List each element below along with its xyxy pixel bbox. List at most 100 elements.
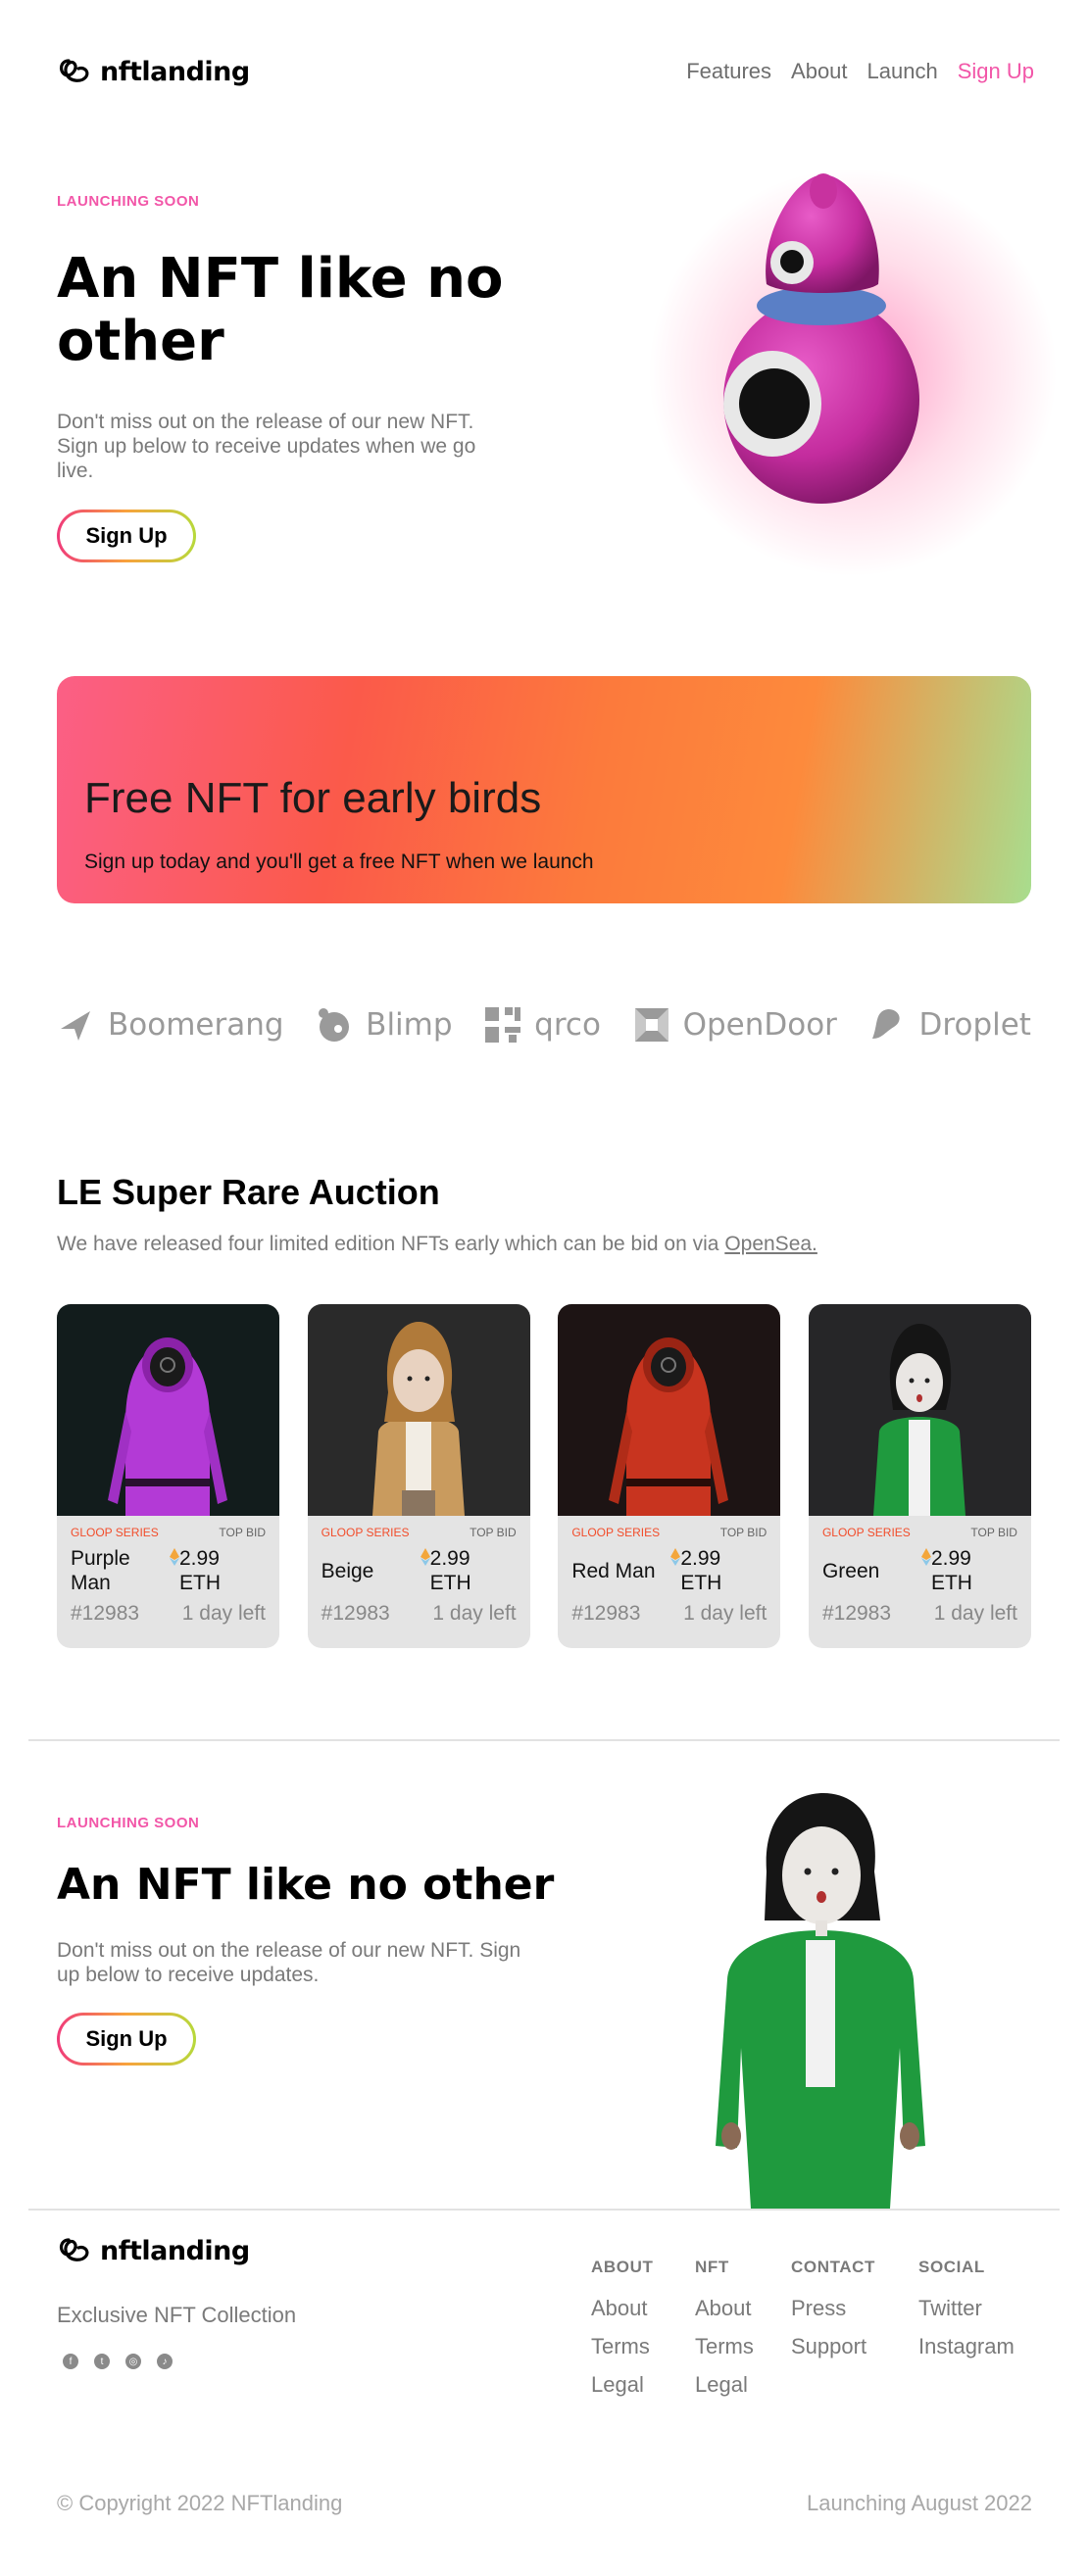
card-id: #12983 (71, 1602, 140, 1625)
nft-card[interactable]: GLOOP SERIES TOP BID Green 2.99 ETH #129… (808, 1304, 1031, 1648)
footer-link[interactable]: Press (791, 2289, 875, 2327)
nft-card[interactable]: GLOOP SERIES TOP BID Purple Man 2.99 ETH… (57, 1304, 279, 1648)
card-series: GLOOP SERIES (571, 1526, 661, 1539)
brand-opendoor: OpenDoor (632, 1005, 837, 1045)
ethereum-icon (420, 1548, 430, 1566)
opendoor-icon (634, 1008, 668, 1042)
hero-sign-up-button[interactable]: Sign Up (57, 510, 196, 562)
footer-link[interactable]: Instagram (918, 2327, 1015, 2365)
droplet-icon (871, 1009, 900, 1039)
nft-card[interactable]: GLOOP SERIES TOP BID Red Man 2.99 ETH #1… (558, 1304, 781, 1648)
nft-card-image (808, 1304, 1031, 1516)
nft-card-image (57, 1304, 279, 1516)
footer-link[interactable]: Legal (695, 2365, 754, 2404)
twitter-icon[interactable]: t (94, 2354, 110, 2369)
ethereum-icon (170, 1548, 179, 1566)
ethereum-icon (920, 1548, 931, 1566)
hero-description: Don't miss out on the release of our new… (57, 411, 476, 482)
social-links: f t ◎ ♪ (63, 2354, 173, 2369)
card-id: #12983 (571, 1602, 641, 1625)
card-time-left: 1 day left (181, 1602, 266, 1625)
footer-column-heading: NFT (695, 2258, 729, 2276)
banner-title: Free NFT for early birds (84, 774, 542, 822)
nav-about[interactable]: About (791, 59, 848, 84)
footer-link[interactable]: Support (791, 2327, 875, 2365)
footer-tagline: Exclusive NFT Collection (57, 2303, 297, 2327)
card-id: #12983 (321, 1602, 390, 1625)
card-bid-label: TOP BID (219, 1526, 266, 1539)
card-price-value: 2.99 ETH (429, 1547, 471, 1594)
footer-column-heading: CONTACT (791, 2258, 876, 2276)
footer-column-heading: ABOUT (591, 2258, 654, 2276)
nav-features[interactable]: Features (686, 59, 771, 84)
card-time-left: 1 day left (432, 1602, 517, 1625)
green-character-illustration (708, 1793, 933, 2209)
card-price-value: 2.99 ETH (930, 1547, 972, 1594)
header-logo[interactable]: nftlanding (57, 55, 250, 88)
auction-subtitle: We have released four limited edition NF… (57, 1233, 817, 1256)
brand-label: Droplet (918, 1007, 1031, 1043)
footer-column-contact: CONTACT Press Support (791, 2258, 875, 2365)
brand-boomerang: Boomerang (57, 1005, 284, 1045)
footer-column-about: ABOUT About Terms Legal (591, 2258, 653, 2404)
brand-label: Boomerang (108, 1007, 284, 1043)
card-time-left: 1 day left (933, 1602, 1017, 1625)
card-series: GLOOP SERIES (71, 1526, 159, 1539)
brand-label: Blimp (366, 1007, 453, 1043)
hero-title: An NFT like no other (57, 247, 504, 373)
nav-sign-up[interactable]: Sign Up (958, 59, 1034, 84)
copyright-text: © Copyright 2022 NFTlanding (57, 2491, 343, 2515)
brand-droplet: Droplet (868, 1005, 1031, 1045)
card-time-left: 1 day left (683, 1602, 767, 1625)
card-bid-label: TOP BID (470, 1526, 517, 1539)
gloop-character-icon (723, 173, 919, 504)
footer-link[interactable]: Legal (591, 2365, 653, 2404)
logo-text: nftlanding (100, 2235, 250, 2266)
card-series: GLOOP SERIES (321, 1526, 410, 1539)
opensea-link[interactable]: OpenSea. (724, 1233, 817, 1255)
footer-link[interactable]: Terms (695, 2327, 754, 2365)
footer-link[interactable]: Terms (591, 2327, 653, 2365)
purple-man-figure-icon (108, 1337, 227, 1516)
brand-qrco: qrco (483, 1005, 601, 1045)
hero-nft-illustration (627, 147, 1078, 608)
early-bird-banner: Free NFT for early birds Sign up today a… (57, 676, 1031, 903)
nft-card-image (307, 1304, 530, 1516)
footer-link[interactable]: About (591, 2289, 653, 2327)
card-id: #12983 (821, 1602, 892, 1625)
hero2-description: Don't miss out on the release of our new… (57, 1939, 521, 1986)
footer-column-social: SOCIAL Twitter Instagram (918, 2258, 1015, 2365)
card-name: Red Man (571, 1559, 656, 1582)
logo-icon (59, 2238, 89, 2261)
nft-card[interactable]: GLOOP SERIES TOP BID Beige 2.99 ETH #129… (307, 1304, 530, 1648)
hero2-eyebrow: LAUNCHING SOON (57, 1815, 200, 1831)
tiktok-icon[interactable]: ♪ (157, 2354, 173, 2369)
card-price: 2.99 ETH (670, 1546, 767, 1595)
ethereum-icon (670, 1548, 681, 1566)
footer-logo[interactable]: nftlanding (57, 2234, 250, 2267)
card-bid-label: TOP BID (719, 1526, 767, 1539)
brand-label: OpenDoor (682, 1007, 837, 1043)
footer-link[interactable]: Twitter (918, 2289, 1015, 2327)
partner-logos: Boomerang Blimp qrco OpenDoor Droplet (57, 997, 1031, 1052)
main-nav: Features About Launch Sign Up (686, 59, 1034, 84)
card-price: 2.99 ETH (170, 1546, 266, 1595)
card-price: 2.99 ETH (920, 1546, 1017, 1595)
hero2-sign-up-button[interactable]: Sign Up (57, 2013, 196, 2066)
nft-card-image (558, 1304, 781, 1516)
footer-divider (28, 2209, 1060, 2211)
nav-launch[interactable]: Launch (867, 59, 938, 84)
logo-text: nftlanding (100, 56, 250, 87)
card-price-value: 2.99 ETH (680, 1547, 722, 1594)
brand-blimp: Blimp (315, 1005, 453, 1045)
beige-figure-icon (371, 1322, 465, 1516)
red-man-figure-icon (609, 1337, 729, 1516)
card-name: Beige (321, 1559, 374, 1582)
launch-date-text: Launching August 2022 (807, 2491, 1032, 2515)
footer-link[interactable]: About (695, 2289, 754, 2327)
instagram-icon[interactable]: ◎ (125, 2354, 141, 2369)
card-price-value: 2.99 ETH (179, 1547, 221, 1594)
facebook-icon[interactable]: f (63, 2354, 78, 2369)
green-figure-icon (872, 1324, 965, 1516)
boomerang-icon (61, 1011, 90, 1041)
